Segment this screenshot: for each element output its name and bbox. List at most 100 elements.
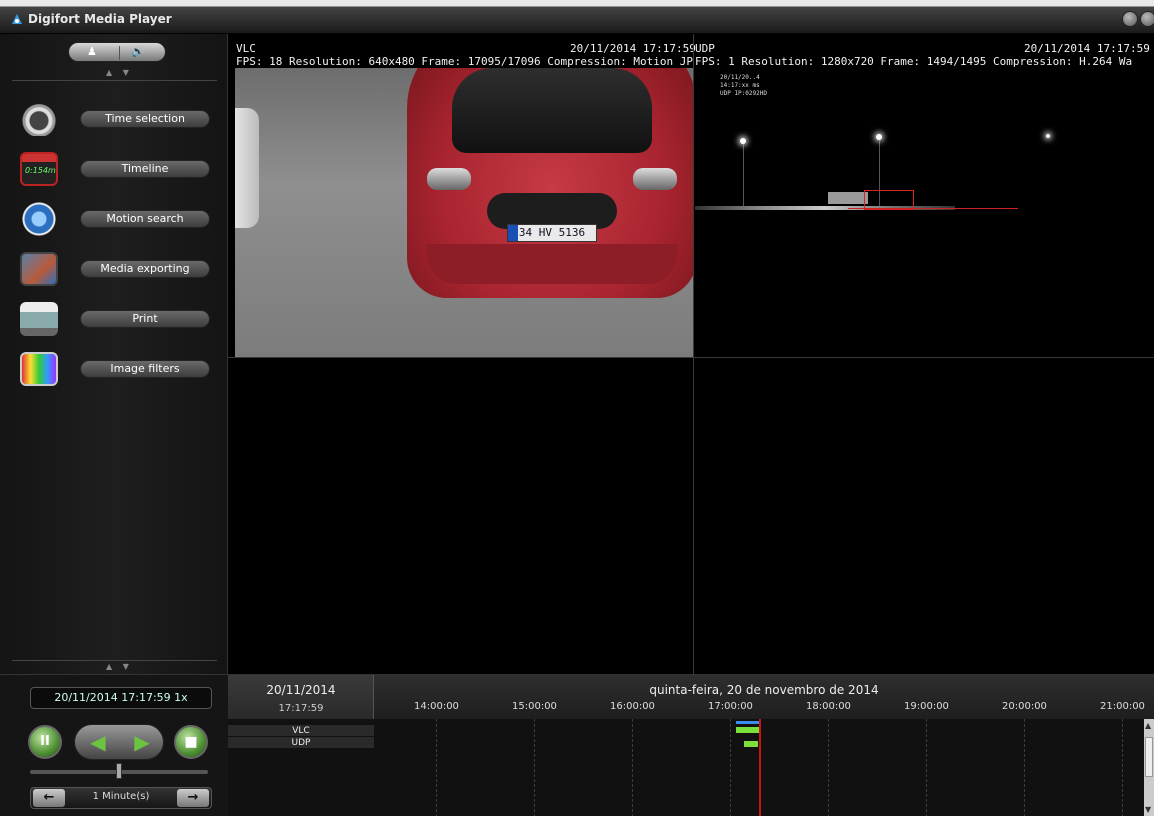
menu-item-print[interactable]: Print	[20, 302, 216, 336]
timeline-button[interactable]: Timeline	[80, 160, 210, 178]
minimize-button[interactable]	[1122, 11, 1138, 27]
toggle-separator	[119, 46, 120, 60]
timeline-tick: 21:00:00	[1100, 701, 1145, 712]
camera-1-name: VLC	[236, 42, 256, 55]
time-selection-button[interactable]: Time selection	[80, 110, 210, 128]
grid-divider-vertical	[693, 34, 694, 674]
scroll-up-icon[interactable]: ▲	[1145, 721, 1151, 730]
camera-2-overlay-line-2: 14:17:xx ms	[720, 82, 760, 89]
plate-country-strip	[508, 225, 518, 241]
camera-2-overlay-line-3: UDP IP:0292HD	[720, 90, 767, 97]
title-bar: Digifort Media Player	[0, 0, 1154, 34]
sidebar-divider-top	[12, 80, 217, 81]
direction-buttons: ◀ ▶	[74, 724, 164, 760]
timeline-tick: 14:00:00	[414, 701, 459, 712]
timeline-grid-line	[1024, 719, 1025, 816]
window-title: Digifort Media Player	[28, 12, 172, 26]
timeline-row-udp[interactable]: UDP	[228, 737, 374, 749]
timeline-icon-text: 0:154m	[25, 166, 56, 175]
timeline-grid-line	[828, 719, 829, 816]
license-plate: 34 HV 5136	[507, 224, 597, 242]
headlight-right	[633, 168, 677, 190]
street-lamp-3	[1046, 134, 1050, 138]
camera-1-timestamp: 20/11/2014 17:17:59	[570, 42, 696, 55]
timeline-icon: 0:154m	[20, 152, 58, 186]
motion-search-button[interactable]: Motion search	[80, 210, 210, 228]
timeline-grid-line	[926, 719, 927, 816]
street-lamp-1	[740, 138, 746, 144]
title-bar-inner: Digifort Media Player	[0, 7, 1154, 34]
camera-2-info: FPS: 1 Resolution: 1280x720 Frame: 1494/…	[695, 55, 1133, 68]
sidebar: ♟ 🔊 ▲ ▼ Time selection 0:154m Timeline M…	[0, 34, 228, 674]
motion-search-icon	[20, 202, 58, 236]
menu-item-timeline[interactable]: 0:154m Timeline	[20, 152, 216, 186]
camera-2-name: UDP	[695, 42, 715, 55]
speed-slider-thumb[interactable]	[116, 763, 122, 779]
timeline-row-vlc[interactable]: VLC	[228, 725, 374, 737]
audio-icon[interactable]: 🔊	[131, 45, 145, 58]
play-button[interactable]: ▶	[121, 727, 163, 757]
step-forward-button[interactable]: →	[177, 789, 209, 807]
scroll-arrows-top[interactable]: ▲ ▼	[106, 68, 133, 77]
pause-button[interactable]: II	[28, 725, 62, 759]
view-toggle[interactable]: ♟ 🔊	[68, 42, 166, 62]
timeline-panel: 20/11/2014 17:17:59 quinta-feira, 20 de …	[228, 674, 1154, 816]
stopwatch-icon	[20, 102, 58, 136]
image-filters-icon	[20, 352, 58, 386]
timeline-grid-line	[1122, 719, 1123, 816]
timeline-tick: 20:00:00	[1002, 701, 1047, 712]
timeline-day-label: quinta-feira, 20 de novembro de 2014	[649, 683, 879, 697]
playback-controls: 20/11/2014 17:17:59 1x II ◀ ▶ ■ ← 1 Minu…	[0, 674, 228, 816]
user-icon[interactable]: ♟	[87, 45, 97, 58]
step-back-button[interactable]: ←	[33, 789, 65, 807]
camera-2-overlay-line-1: 20/11/20..4	[720, 74, 760, 81]
menu-item-image-filters[interactable]: Image filters	[20, 352, 216, 386]
timeline-date-box: 20/11/2014 17:17:59	[228, 675, 374, 719]
street-lamp-2	[876, 134, 882, 140]
grid-divider-horizontal	[228, 357, 1154, 358]
playback-time-display: 20/11/2014 17:17:59 1x	[30, 687, 212, 709]
timeline-date: 20/11/2014	[266, 683, 336, 697]
timeline-tick: 15:00:00	[512, 701, 557, 712]
red-car-shape: 34 HV 5136	[407, 68, 693, 298]
print-button[interactable]: Print	[80, 310, 210, 328]
step-selector: ← 1 Minute(s) →	[30, 787, 212, 809]
parked-car-shape	[235, 108, 259, 228]
timeline-grid-line	[534, 719, 535, 816]
timeline-scrollbar[interactable]: ▲ ▼	[1144, 719, 1154, 816]
windshield-shape	[452, 68, 652, 153]
video-grid: VLC 20/11/2014 17:17:59 FPS: 18 Resoluti…	[228, 34, 1154, 674]
truck-shape	[828, 192, 868, 204]
timeline-grid-line	[632, 719, 633, 816]
timeline-tick: 16:00:00	[610, 701, 655, 712]
menu-item-time-selection[interactable]: Time selection	[20, 102, 216, 136]
image-filters-button[interactable]: Image filters	[80, 360, 210, 378]
close-button[interactable]	[1140, 11, 1154, 27]
timeline-grid-line	[436, 719, 437, 816]
media-exporting-button[interactable]: Media exporting	[80, 260, 210, 278]
camera-2-timestamp: 20/11/2014 17:17:59	[1024, 42, 1150, 55]
camera-1-video[interactable]: 34 HV 5136	[235, 68, 693, 357]
stop-button[interactable]: ■	[174, 725, 208, 759]
menu-item-media-exporting[interactable]: Media exporting	[20, 252, 216, 286]
scroll-down-icon[interactable]: ▼	[1145, 805, 1151, 814]
timeline-tick: 19:00:00	[904, 701, 949, 712]
timeline-tick: 17:00:00	[708, 701, 753, 712]
street-pole-1	[743, 142, 744, 208]
timeline-grid-line	[730, 719, 731, 816]
film-export-icon	[20, 252, 58, 286]
timeline-cursor[interactable]	[759, 719, 761, 816]
timeline-tick: 18:00:00	[806, 701, 851, 712]
printer-icon	[20, 302, 58, 336]
udp-recording-segment[interactable]	[744, 741, 758, 747]
scroll-arrows-bottom[interactable]: ▲ ▼	[106, 662, 133, 671]
timeline-header[interactable]: quinta-feira, 20 de novembro de 2014 14:…	[374, 675, 1154, 719]
menu-item-motion-search[interactable]: Motion search	[20, 202, 216, 236]
scrollbar-thumb[interactable]	[1145, 737, 1153, 777]
detection-box	[864, 190, 914, 210]
camera-1-info: FPS: 18 Resolution: 640x480 Frame: 17095…	[236, 55, 693, 68]
vlc-recording-segment[interactable]	[736, 727, 760, 733]
step-interval-label[interactable]: 1 Minute(s)	[71, 791, 171, 802]
rewind-button[interactable]: ◀	[77, 727, 119, 757]
license-plate-text: 34 HV 5136	[518, 226, 586, 239]
